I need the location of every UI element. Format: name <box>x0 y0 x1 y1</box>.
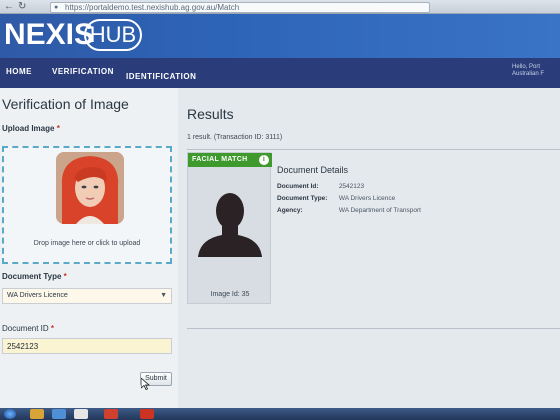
address-bar[interactable]: ● https://portaldemo.test.nexishub.ag.go… <box>50 2 430 13</box>
required-marker: * <box>56 124 60 133</box>
document-type-label: Document Type * <box>2 272 67 281</box>
divider <box>187 149 560 150</box>
page-title: Verification of Image <box>2 96 129 112</box>
start-button-icon[interactable] <box>4 409 16 419</box>
logo-nexis: NEXIS <box>4 18 95 51</box>
document-type-label-text: Document Type <box>2 272 62 281</box>
detail-key: Agency: <box>277 207 303 214</box>
document-type-value: WA Drivers Licence <box>7 292 68 299</box>
detail-key: Document Id: <box>277 183 319 190</box>
required-marker: * <box>50 324 55 333</box>
uploaded-photo <box>56 152 124 224</box>
mouse-cursor-icon <box>141 378 150 390</box>
detail-row-document-type: Document Type: WA Drivers Licence <box>277 195 395 202</box>
page-content: Verification of Image Upload Image * Dro… <box>0 88 560 408</box>
browser-toolbar: ← ↻ ● https://portaldemo.test.nexishub.a… <box>0 0 560 14</box>
document-id-input[interactable] <box>2 338 172 354</box>
document-type-select[interactable]: WA Drivers Licence ▼ <box>2 288 172 304</box>
chevron-down-icon: ▼ <box>160 292 167 299</box>
image-id: Image Id: 35 <box>210 291 250 298</box>
user-line-1: Hello, Port <box>512 64 541 70</box>
nav-item-identification[interactable]: IDENTIFICATION <box>126 72 196 81</box>
document-id-label-text: Document ID <box>2 324 49 333</box>
required-marker: * <box>63 272 67 281</box>
facial-match-badge: FACIAL MATCH i <box>188 153 272 167</box>
divider <box>187 328 560 329</box>
detail-value: WA Department of Transport <box>338 207 421 214</box>
match-result-card[interactable]: FACIAL MATCH i Image Id: 35 <box>187 152 272 304</box>
upload-dropzone[interactable]: Drop image here or click to upload <box>2 146 172 264</box>
verification-form: Verification of Image Upload Image * Dro… <box>0 88 178 408</box>
upload-hint: Drop image here or click to upload <box>33 240 141 247</box>
lock-icon: ● <box>54 4 59 11</box>
folder-icon[interactable] <box>30 409 44 419</box>
results-title: Results <box>187 106 234 122</box>
url-text: https://portaldemo.test.nexishub.ag.gov.… <box>65 3 240 12</box>
user-line-2: Australian F <box>512 71 545 77</box>
office-icon[interactable] <box>140 409 154 419</box>
main-nav: HOME VERIFICATION IDENTIFICATION Hello, … <box>0 58 560 88</box>
document-id-label: Document ID * <box>2 324 54 333</box>
detail-key: Document Type: <box>277 195 328 202</box>
detail-value: WA Drivers Licence <box>338 195 396 202</box>
user-greeting: Hello, Port Australian F <box>512 64 552 78</box>
app-icon[interactable] <box>74 409 88 419</box>
person-silhouette-icon <box>198 193 262 257</box>
results-summary: 1 result. (Transaction ID: 3111) <box>187 134 283 141</box>
back-arrow-icon[interactable]: ← <box>4 1 14 13</box>
detail-row-agency: Agency: WA Department of Transport <box>277 207 421 214</box>
logo-hub: HUB <box>84 19 142 51</box>
upload-label-text: Upload Image <box>2 124 55 133</box>
info-icon[interactable]: i <box>259 155 269 165</box>
reload-icon[interactable]: ↻ <box>18 1 26 13</box>
facial-match-label: FACIAL MATCH <box>192 156 248 163</box>
results-panel: Results 1 result. (Transaction ID: 3111)… <box>178 88 560 408</box>
document-details-title: Document Details <box>277 165 349 175</box>
chrome-icon[interactable] <box>104 409 118 419</box>
upload-label: Upload Image * <box>2 124 60 133</box>
taskbar <box>0 408 560 420</box>
app-header: NEXIS HUB <box>0 14 560 58</box>
detail-value: 2542123 <box>338 183 365 190</box>
detail-row-document-id: Document Id: 2542123 <box>277 183 364 190</box>
browser-icon[interactable] <box>52 409 66 419</box>
nav-item-verification[interactable]: VERIFICATION <box>52 67 114 76</box>
nav-item-home[interactable]: HOME <box>6 67 32 76</box>
